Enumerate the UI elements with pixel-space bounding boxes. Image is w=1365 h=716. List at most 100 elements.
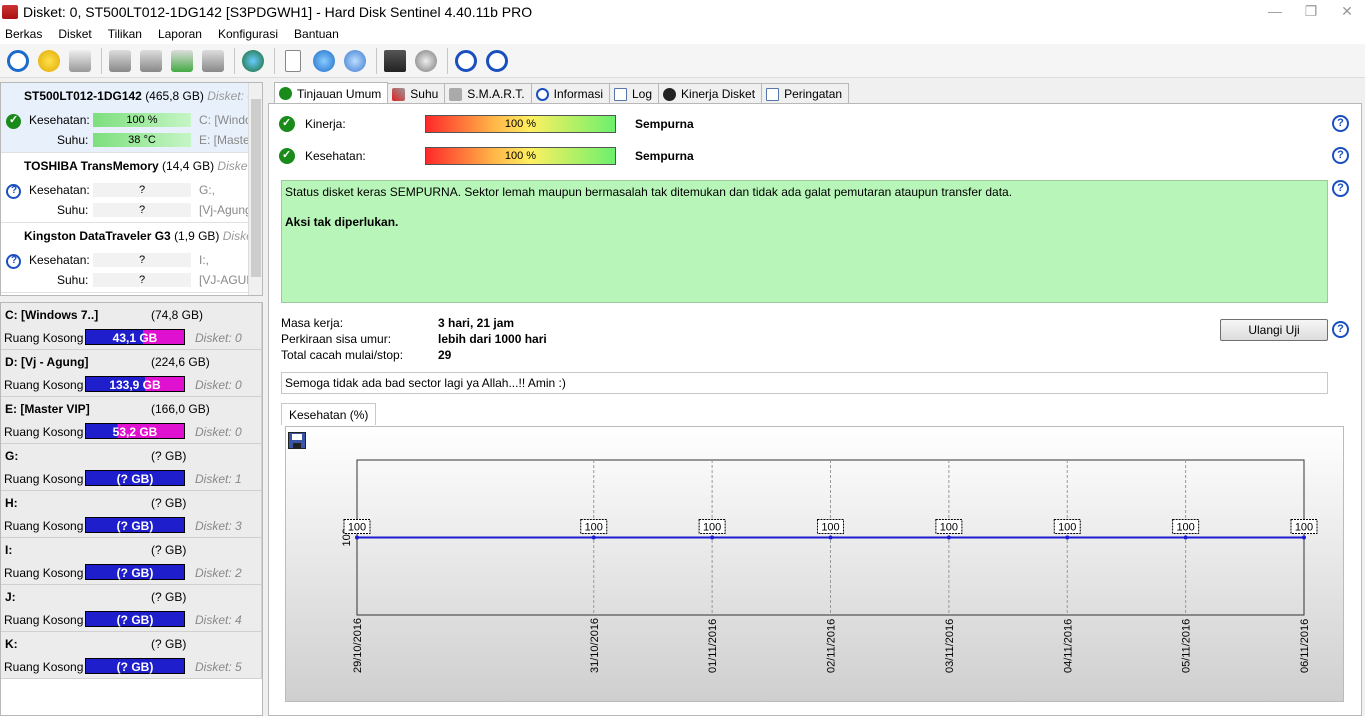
menu-laporan[interactable]: Laporan [158, 27, 202, 41]
document-icon [285, 49, 301, 72]
disk-icon [449, 87, 463, 101]
free-space-label: Ruang Kosong [4, 613, 84, 627]
volume-entry[interactable]: I: (? GB) Ruang Kosong (? GB) Disket: 2 [1, 538, 262, 585]
data-label: 100 [821, 522, 839, 534]
tab-label: Kinerja Disket [681, 87, 756, 101]
alert-icon [38, 49, 60, 72]
tab-overview[interactable]: Tinjauan Umum [274, 82, 389, 104]
volume-entry[interactable]: G: (? GB) Ruang Kosong (? GB) Disket: 1 [1, 444, 262, 491]
sync-button[interactable] [310, 47, 338, 75]
alert-button[interactable] [35, 47, 63, 75]
help-icon [455, 49, 477, 72]
free-space-label: Ruang Kosong [4, 566, 84, 580]
x-tick-label: 29/10/2016 [352, 618, 364, 673]
tab-label: Suhu [410, 87, 439, 101]
tab-disk-performance[interactable]: Kinerja Disket [658, 83, 763, 104]
temp-value: ? [93, 203, 191, 217]
minimize-button[interactable]: — [1257, 0, 1293, 22]
help-icon[interactable]: ? [1332, 321, 1349, 338]
scrollbar-thumb[interactable] [251, 99, 261, 277]
volume-entry[interactable]: H: (? GB) Ruang Kosong (? GB) Disket: 3 [1, 491, 262, 538]
tab-log[interactable]: Log [609, 83, 660, 104]
network-button[interactable] [341, 47, 369, 75]
performance-bar: 100 % [425, 115, 616, 133]
disk-entry[interactable]: Kingston DataTraveler G3 (1,9 GB) Disket… [1, 223, 262, 293]
volume-entry[interactable]: K: (? GB) Ruang Kosong (? GB) Disket: 5 [1, 632, 262, 679]
volume-name: C: [Windows 7..] [5, 308, 99, 322]
refresh-button[interactable] [4, 47, 32, 75]
tab-bar: Tinjauan Umum Suhu S.M.A.R.T. Informasi … [274, 82, 850, 104]
volume-name: J: [5, 590, 16, 604]
disk-list-scrollbar[interactable] [248, 83, 262, 295]
help-button[interactable] [452, 47, 480, 75]
disk-name: TOSHIBA TransMemory [24, 159, 159, 173]
tab-health-chart[interactable]: Kesehatan (%) [281, 403, 377, 425]
action-text: Aksi tak diperlukan. [285, 215, 399, 229]
data-point [355, 535, 359, 540]
menu-berkas[interactable]: Berkas [5, 27, 42, 41]
tab-alerts[interactable]: Peringatan [761, 83, 850, 104]
temp-label: Suhu: [57, 203, 89, 217]
data-label: 100 [348, 522, 366, 534]
disk-ok-button[interactable] [168, 47, 196, 75]
alerts-icon [766, 87, 780, 101]
free-space-bar: (? GB) [85, 658, 185, 674]
free-space-label: Ruang Kosong [4, 425, 84, 439]
free-space-value: (? GB) [116, 660, 154, 674]
retest-button[interactable]: Ulangi Uji [1220, 319, 1328, 341]
globe-button[interactable] [239, 47, 267, 75]
tab-smart[interactable]: S.M.A.R.T. [444, 83, 532, 104]
disk-size: (1,9 GB) [174, 229, 220, 243]
volume-disk: Disket: 5 [195, 660, 242, 674]
help-icon[interactable]: ? [1332, 180, 1349, 197]
disk-button[interactable] [66, 47, 94, 75]
info-button[interactable] [483, 47, 511, 75]
free-space-value: 53,2 GB [112, 425, 158, 439]
disk-entry[interactable]: ST500LT012-1DG142 (465,8 GB) Disket: 0 K… [1, 83, 262, 153]
speaker-icon [415, 49, 437, 72]
data-point [1183, 535, 1188, 540]
check-icon [279, 87, 292, 100]
app-logo-icon [2, 5, 18, 19]
settings-button[interactable] [381, 47, 409, 75]
start-stop-label: Total cacah mulai/stop: [281, 348, 404, 362]
volume-disk: Disket: 4 [195, 613, 242, 627]
health-label: Kesehatan: [305, 149, 366, 163]
disk-test-button[interactable] [106, 47, 134, 75]
performance-verdict: Sempurna [635, 117, 694, 131]
tab-label: Tinjauan Umum [297, 86, 382, 101]
menu-bantuan[interactable]: Bantuan [294, 27, 339, 41]
volume-entry[interactable]: J: (? GB) Ruang Kosong (? GB) Disket: 4 [1, 585, 262, 632]
volume-entry[interactable]: C: [Windows 7..] (74,8 GB) Ruang Kosong 43,… [1, 303, 262, 350]
disk-tool-button[interactable] [199, 47, 227, 75]
health-value: ? [93, 253, 191, 267]
tab-information[interactable]: Informasi [530, 83, 610, 104]
free-space-value: 43,1 GB [112, 331, 158, 345]
health-label: Kesehatan: [29, 183, 90, 197]
volume-entry[interactable]: D: [Vj - Agung] (224,6 GB) Ruang Kosong 133… [1, 350, 262, 397]
refresh-icon [7, 49, 29, 72]
gauge-icon [663, 87, 677, 101]
help-icon[interactable]: ? [1332, 115, 1349, 132]
menu-disket[interactable]: Disket [58, 27, 91, 41]
document-button[interactable] [279, 47, 307, 75]
help-icon[interactable]: ? [1332, 147, 1349, 164]
note-field[interactable]: Semoga tidak ada bad sector lagi ya Alla… [281, 372, 1328, 394]
temp-value: 38 °C [93, 133, 191, 147]
free-space-bar: (? GB) [85, 470, 185, 486]
disk-info-button[interactable] [137, 47, 165, 75]
close-button[interactable]: ✕ [1329, 0, 1365, 22]
info-icon [486, 49, 508, 72]
speaker-button[interactable] [412, 47, 440, 75]
toolbar-separator [447, 47, 448, 74]
disk-entry[interactable]: TOSHIBA TransMemory (14,4 GB) Disket: 2 … [1, 153, 262, 223]
free-space-bar: 53,2 GB [85, 423, 185, 439]
menu-konfigurasi[interactable]: Konfigurasi [218, 27, 278, 41]
status-description: Status disket keras SEMPURNA. Sektor lem… [281, 180, 1328, 303]
volume-entry[interactable]: E: [Master VIP] (166,0 GB) Ruang Kosong 53,… [1, 397, 262, 444]
data-label: 100 [1295, 522, 1313, 534]
tab-temperature[interactable]: Suhu [387, 83, 446, 104]
menu-tilikan[interactable]: Tilikan [108, 27, 142, 41]
maximize-button[interactable]: ❐ [1293, 0, 1329, 22]
data-label: 100 [585, 522, 603, 534]
